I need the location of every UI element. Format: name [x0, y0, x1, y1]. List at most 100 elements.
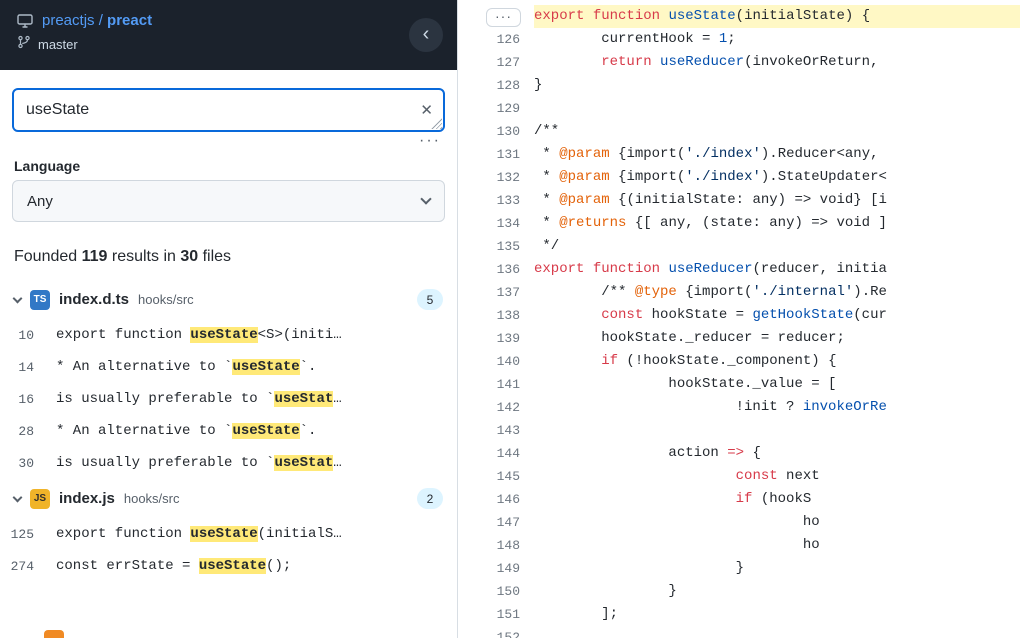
- match-code-text: export function useState<S>(initi…: [56, 327, 342, 343]
- result-file-header[interactable]: TSindex.d.tshooks/src5: [0, 280, 457, 319]
- ts-file-icon: TS: [30, 290, 50, 310]
- code-line[interactable]: 140 if (!hookState._component) {: [458, 350, 1020, 373]
- screen-icon: [16, 13, 34, 29]
- search-options-toggle[interactable]: ···: [419, 132, 441, 149]
- line-content: [534, 626, 1020, 638]
- line-content: /**: [534, 120, 1020, 143]
- line-number[interactable]: 129: [458, 97, 534, 120]
- line-number[interactable]: 145: [458, 465, 534, 488]
- code-line[interactable]: 148 ho: [458, 534, 1020, 557]
- line-number[interactable]: 135: [458, 235, 534, 258]
- code-line[interactable]: 129: [458, 97, 1020, 120]
- line-number[interactable]: 138: [458, 304, 534, 327]
- code-line[interactable]: 133 * @param {(initialState: any) => voi…: [458, 189, 1020, 212]
- code-line[interactable]: 145 const next: [458, 465, 1020, 488]
- line-number[interactable]: 132: [458, 166, 534, 189]
- match-count-badge: 5: [417, 289, 443, 310]
- line-number[interactable]: 131: [458, 143, 534, 166]
- code-line[interactable]: 130/**: [458, 120, 1020, 143]
- code-editor[interactable]: 125export function useState(initialState…: [458, 0, 1020, 638]
- code-line[interactable]: 146 if (hookS: [458, 488, 1020, 511]
- match-highlight: useState: [199, 558, 266, 574]
- match-highlight: useStat: [274, 391, 333, 407]
- line-number[interactable]: 148: [458, 534, 534, 557]
- line-content: [534, 419, 1020, 442]
- line-content: ];: [534, 603, 1020, 626]
- line-number[interactable]: 141: [458, 373, 534, 396]
- language-selected-value: Any: [27, 193, 53, 210]
- code-line[interactable]: 132 * @param {import('./index').StateUpd…: [458, 166, 1020, 189]
- line-number[interactable]: 130: [458, 120, 534, 143]
- code-line[interactable]: 151 ];: [458, 603, 1020, 626]
- line-number[interactable]: 151: [458, 603, 534, 626]
- line-content: export function useReducer(reducer, init…: [534, 258, 1020, 281]
- search-match-row[interactable]: 274const errState = useState();: [0, 550, 457, 582]
- code-line[interactable]: 125export function useState(initialState…: [458, 5, 1020, 28]
- line-number[interactable]: 133: [458, 189, 534, 212]
- branch-name[interactable]: master: [38, 37, 78, 52]
- line-number[interactable]: 146: [458, 488, 534, 511]
- match-code-text: is usually preferable to `useStat…: [56, 455, 342, 471]
- code-line[interactable]: 147 ho: [458, 511, 1020, 534]
- repo-name[interactable]: preact: [107, 12, 152, 29]
- line-content: !init ? invokeOrRe: [534, 396, 1020, 419]
- next-file-icon-partial: [44, 630, 64, 638]
- line-content: */: [534, 235, 1020, 258]
- code-line[interactable]: 126 currentHook = 1;: [458, 28, 1020, 51]
- search-match-row[interactable]: 16is usually preferable to `useStat…: [0, 383, 457, 415]
- line-number[interactable]: 150: [458, 580, 534, 603]
- repo-header: preactjs / preact master ‹: [0, 0, 457, 70]
- code-line[interactable]: 131 * @param {import('./index').Reducer<…: [458, 143, 1020, 166]
- line-number[interactable]: 149: [458, 557, 534, 580]
- code-line[interactable]: 136export function useReducer(reducer, i…: [458, 258, 1020, 281]
- line-number[interactable]: 137: [458, 281, 534, 304]
- search-match-row[interactable]: 125export function useState(initialS…: [0, 518, 457, 550]
- line-content: * @param {import('./index').StateUpdater…: [534, 166, 1020, 189]
- match-line-number: 16: [0, 392, 56, 407]
- js-file-icon: JS: [30, 489, 50, 509]
- code-line[interactable]: 127 return useReducer(invokeOrReturn,: [458, 51, 1020, 74]
- line-number[interactable]: 139: [458, 327, 534, 350]
- code-line[interactable]: 139 hookState._reducer = reducer;: [458, 327, 1020, 350]
- code-line[interactable]: 135 */: [458, 235, 1020, 258]
- line-content: if (!hookState._component) {: [534, 350, 1020, 373]
- code-line[interactable]: 152: [458, 626, 1020, 638]
- code-line[interactable]: 141 hookState._value = [: [458, 373, 1020, 396]
- code-line[interactable]: 138 const hookState = getHookState(cur: [458, 304, 1020, 327]
- match-code-text: * An alternative to `useState`.: [56, 359, 316, 375]
- line-number[interactable]: 144: [458, 442, 534, 465]
- code-line[interactable]: 137 /** @type {import('./internal').Re: [458, 281, 1020, 304]
- line-number[interactable]: 147: [458, 511, 534, 534]
- search-match-row[interactable]: 14* An alternative to `useState`.: [0, 351, 457, 383]
- line-number[interactable]: 126: [458, 28, 534, 51]
- repo-breadcrumb[interactable]: preactjs / preact: [42, 12, 152, 29]
- line-content: action => {: [534, 442, 1020, 465]
- line-number[interactable]: 140: [458, 350, 534, 373]
- repo-owner[interactable]: preactjs: [42, 12, 95, 29]
- line-number[interactable]: 152: [458, 626, 534, 638]
- line-number[interactable]: 142: [458, 396, 534, 419]
- match-highlight: useState: [190, 327, 257, 343]
- line-number[interactable]: 134: [458, 212, 534, 235]
- search-match-row[interactable]: 10export function useState<S>(initi…: [0, 319, 457, 351]
- code-line[interactable]: 128}: [458, 74, 1020, 97]
- search-match-row[interactable]: 30is usually preferable to `useStat…: [0, 447, 457, 479]
- line-number[interactable]: 143: [458, 419, 534, 442]
- collapse-sidebar-button[interactable]: ‹: [409, 18, 443, 52]
- result-file-header[interactable]: JSindex.jshooks/src2: [0, 479, 457, 518]
- search-match-row[interactable]: 28* An alternative to `useState`.: [0, 415, 457, 447]
- code-line[interactable]: 150 }: [458, 580, 1020, 603]
- clear-search-icon[interactable]: ✕: [420, 101, 433, 119]
- results-count: 119: [82, 248, 108, 265]
- language-dropdown[interactable]: Any: [12, 180, 445, 222]
- line-number[interactable]: 136: [458, 258, 534, 281]
- code-line[interactable]: 142 !init ? invokeOrRe: [458, 396, 1020, 419]
- line-number[interactable]: 128: [458, 74, 534, 97]
- code-line[interactable]: 144 action => {: [458, 442, 1020, 465]
- search-input[interactable]: useState: [12, 88, 445, 132]
- code-line[interactable]: 143: [458, 419, 1020, 442]
- line-number[interactable]: 127: [458, 51, 534, 74]
- editor-overflow-button[interactable]: ···: [486, 8, 521, 27]
- code-line[interactable]: 134 * @returns {[ any, (state: any) => v…: [458, 212, 1020, 235]
- code-line[interactable]: 149 }: [458, 557, 1020, 580]
